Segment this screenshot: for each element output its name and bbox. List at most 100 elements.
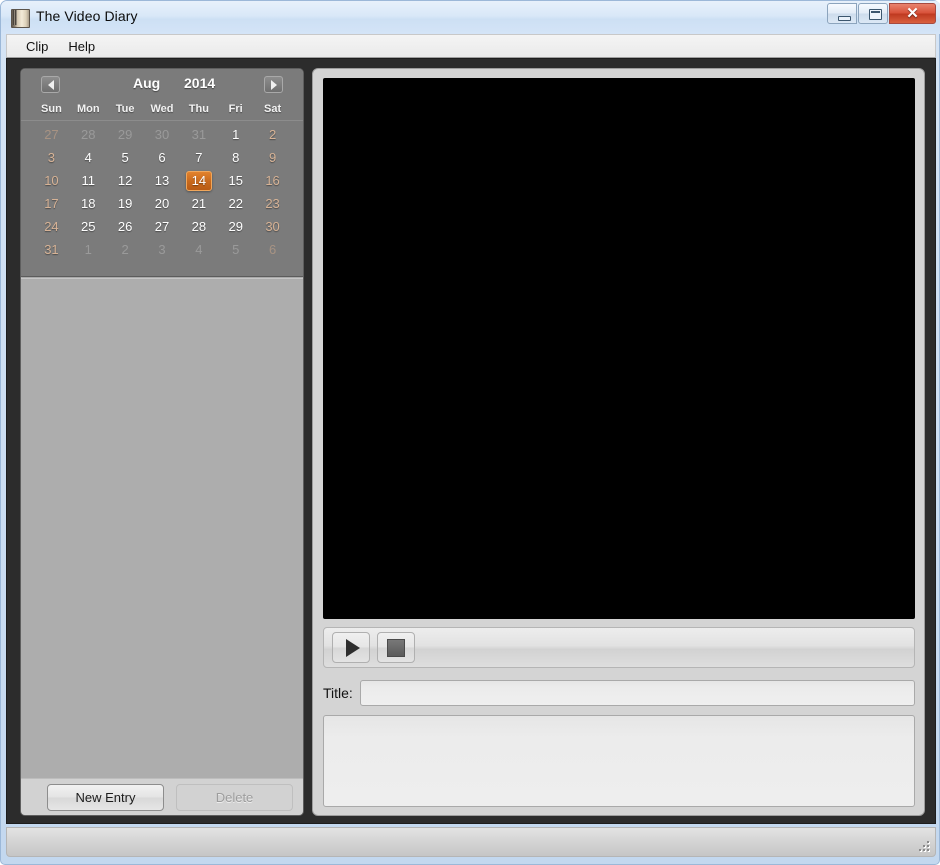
calendar-day[interactable]: 4	[180, 238, 217, 261]
calendar-day[interactable]: 18	[70, 192, 107, 215]
diary-book-icon	[11, 9, 30, 28]
calendar-weekday-thu: Thu	[188, 103, 209, 115]
calendar-day-number: 16	[265, 173, 280, 188]
calendar-day-number: 23	[265, 196, 280, 211]
calendar-day-number: 10	[44, 173, 59, 188]
window-title: The Video Diary	[36, 8, 138, 24]
resize-grip-icon[interactable]	[919, 841, 932, 854]
calendar-day-number: 11	[81, 173, 96, 188]
calendar-year-label: 2014	[184, 75, 216, 91]
delete-button[interactable]: Delete	[176, 783, 293, 811]
menu-item-help[interactable]: Help	[59, 37, 104, 56]
calendar-day[interactable]: 25	[70, 215, 107, 238]
calendar-day[interactable]: 24	[33, 215, 70, 238]
calendar-day-number: 2	[121, 242, 129, 257]
calendar-day[interactable]: 21	[180, 192, 217, 215]
calendar-day[interactable]: 2	[254, 123, 291, 146]
calendar-day[interactable]: 12	[107, 169, 144, 192]
calendar-prev-month-button[interactable]	[41, 76, 60, 93]
calendar-day-number: 3	[158, 242, 166, 257]
calendar-weekday-header: Sun Mon Tue Wed Thu Fri Sat	[21, 103, 303, 121]
calendar-day[interactable]: 28	[180, 215, 217, 238]
menu-bar: Clip Help	[6, 34, 936, 58]
client-area: Aug 2014 Sun Mon Tue Wed Thu Fri Sat 27 28 29 30 3…	[6, 58, 936, 824]
play-icon	[345, 638, 360, 657]
calendar-day[interactable]: 1	[217, 123, 254, 146]
calendar-day[interactable]: 20	[144, 192, 181, 215]
calendar-day[interactable]: 15	[217, 169, 254, 192]
calendar-day[interactable]: 6	[144, 146, 181, 169]
title-field-row: Title:	[323, 679, 915, 706]
right-panel: Title:	[312, 68, 925, 816]
calendar-day-number: 30	[154, 127, 170, 142]
calendar-day[interactable]: 31	[180, 123, 217, 146]
calendar-day[interactable]: 26	[107, 215, 144, 238]
entry-list[interactable]	[21, 278, 303, 778]
calendar-day[interactable]: 30	[144, 123, 181, 146]
calendar-day-number: 1	[84, 242, 92, 257]
calendar-day-number: 12	[117, 173, 133, 188]
calendar-day[interactable]: 2	[107, 238, 144, 261]
calendar-weekday-fri: Fri	[228, 103, 243, 115]
calendar-header: Aug 2014	[21, 69, 303, 103]
calendar-day-number: 26	[117, 219, 133, 234]
calendar-day[interactable]: 6	[254, 238, 291, 261]
status-bar	[6, 827, 936, 857]
calendar-day-number: 5	[232, 242, 240, 257]
calendar-day-number: 4	[195, 242, 203, 257]
calendar-day[interactable]: 31	[33, 238, 70, 261]
new-entry-button[interactable]: New Entry	[47, 783, 164, 811]
maximize-button[interactable]	[858, 3, 888, 24]
minimize-icon	[838, 16, 851, 21]
calendar-day-number: 7	[195, 150, 203, 165]
notes-textarea[interactable]	[323, 715, 915, 807]
menu-item-clip[interactable]: Clip	[17, 37, 57, 56]
minimize-button[interactable]	[827, 3, 857, 24]
close-button[interactable]: ✕	[889, 3, 936, 24]
calendar-day[interactable]: 16	[254, 169, 291, 192]
calendar-day-selected[interactable]: 14	[180, 169, 217, 192]
calendar-weekday-wed: Wed	[150, 103, 174, 115]
calendar-day-number: 28	[81, 127, 96, 142]
calendar-day-number: 18	[81, 196, 96, 211]
calendar-next-month-button[interactable]	[264, 76, 283, 93]
calendar-day[interactable]: 7	[180, 146, 217, 169]
calendar-day-number: 20	[154, 196, 170, 211]
calendar-day[interactable]: 29	[217, 215, 254, 238]
calendar-day[interactable]: 3	[33, 146, 70, 169]
calendar-day[interactable]: 22	[217, 192, 254, 215]
video-preview[interactable]	[323, 78, 915, 619]
stop-button[interactable]	[377, 632, 415, 663]
left-panel-actions: New Entry Delete	[21, 778, 303, 815]
calendar-day[interactable]: 29	[107, 123, 144, 146]
calendar-day[interactable]: 17	[33, 192, 70, 215]
calendar-day[interactable]: 11	[70, 169, 107, 192]
calendar-day[interactable]: 8	[217, 146, 254, 169]
calendar-day-number: 29	[117, 127, 133, 142]
calendar-day-number: 1	[232, 127, 240, 142]
calendar-day[interactable]: 27	[144, 215, 181, 238]
calendar-day[interactable]: 13	[144, 169, 181, 192]
calendar-weekday-tue: Tue	[115, 103, 135, 115]
calendar-day[interactable]: 1	[70, 238, 107, 261]
calendar-day[interactable]: 5	[107, 146, 144, 169]
play-button[interactable]	[332, 632, 370, 663]
calendar-day[interactable]: 28	[70, 123, 107, 146]
calendar-day-number: 9	[268, 150, 277, 165]
media-control-bar	[323, 627, 915, 668]
window-controls: ✕	[827, 3, 936, 24]
calendar-day[interactable]: 10	[33, 169, 70, 192]
calendar-day[interactable]: 4	[70, 146, 107, 169]
calendar-day[interactable]: 9	[254, 146, 291, 169]
calendar-day-number: 29	[228, 219, 243, 234]
calendar-day[interactable]: 30	[254, 215, 291, 238]
calendar-day[interactable]: 5	[217, 238, 254, 261]
calendar-day-number: 14	[185, 170, 213, 191]
calendar-day[interactable]: 27	[33, 123, 70, 146]
title-input[interactable]	[359, 679, 915, 706]
calendar-day[interactable]: 19	[107, 192, 144, 215]
calendar-day-number: 6	[158, 150, 166, 165]
calendar-day[interactable]: 23	[254, 192, 291, 215]
calendar-day-number: 28	[191, 219, 207, 234]
calendar-day[interactable]: 3	[144, 238, 181, 261]
